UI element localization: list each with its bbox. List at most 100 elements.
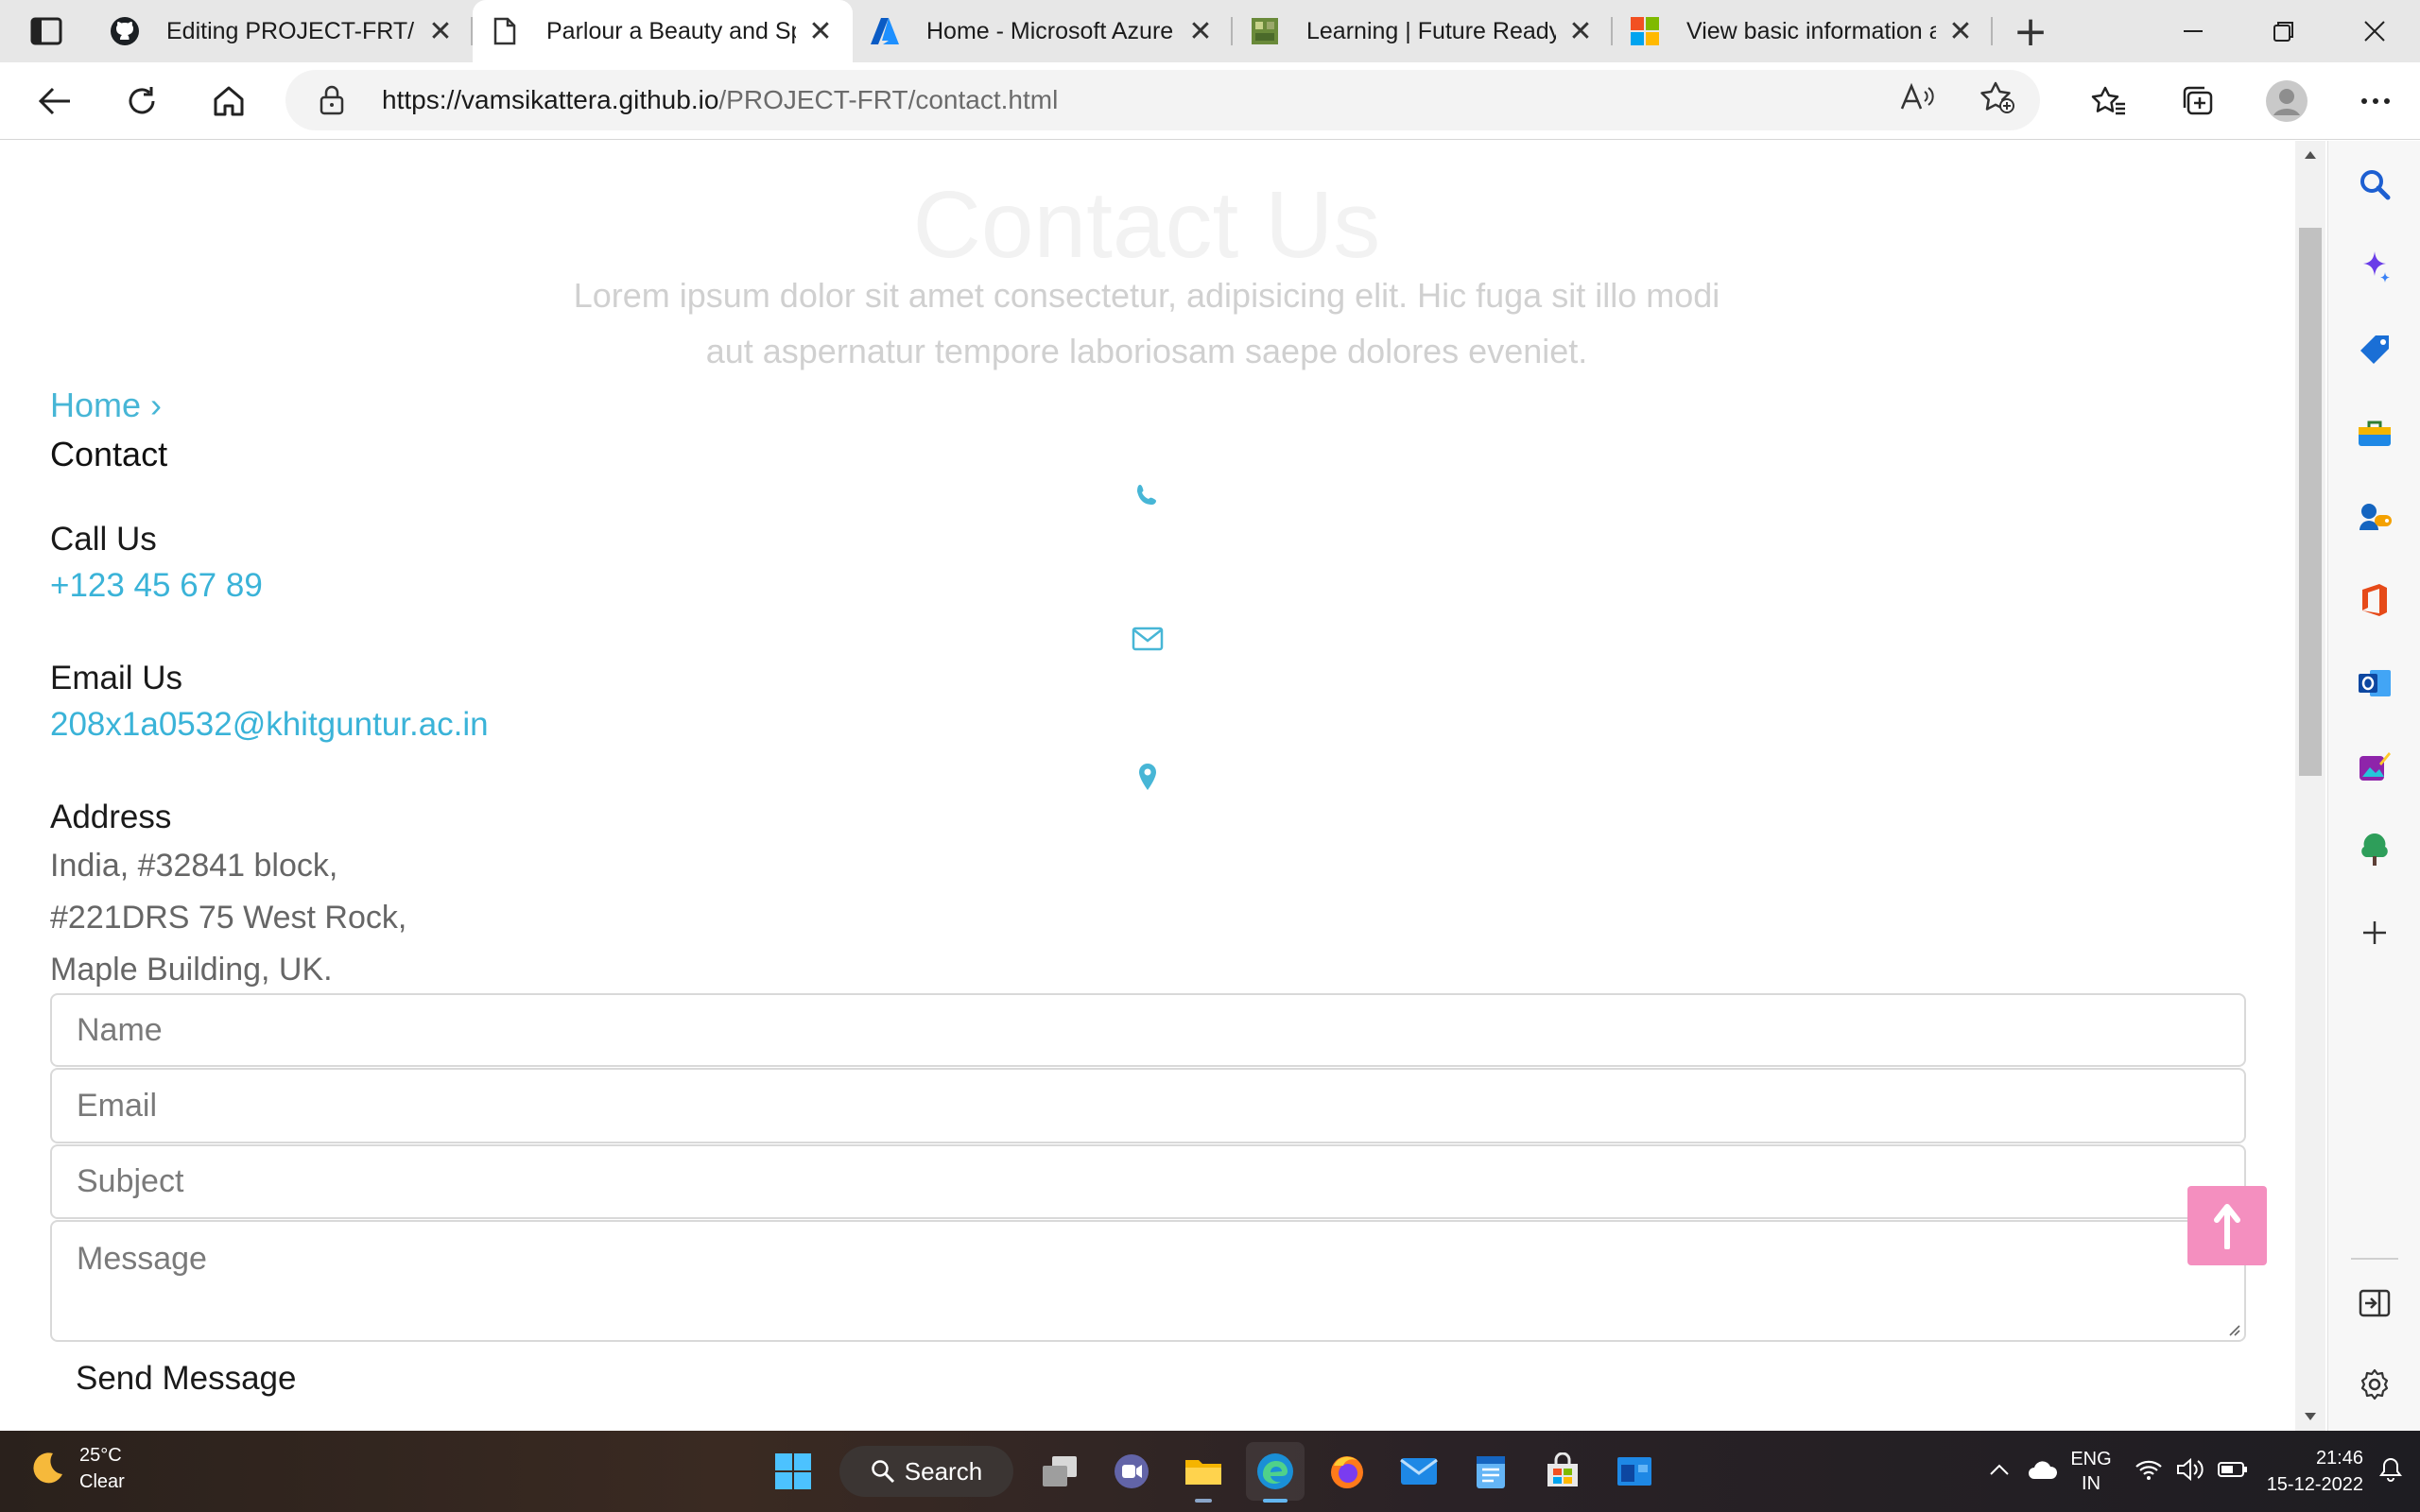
close-window-button[interactable]: [2329, 0, 2420, 62]
sidebar-shopping-button[interactable]: [2328, 322, 2420, 379]
games-icon: [2360, 504, 2392, 530]
sidebar-tree-button[interactable]: [2328, 821, 2420, 878]
edge-sidebar: [2327, 141, 2420, 1431]
new-tab-button[interactable]: +: [1993, 0, 2068, 62]
page-scrollbar[interactable]: [2295, 141, 2325, 1431]
close-tab-icon[interactable]: ✕: [1565, 16, 1596, 47]
volume-icon[interactable]: [2176, 1457, 2204, 1486]
microsoft-icon: [1630, 16, 1660, 46]
weather-widget[interactable]: 25°C Clear: [28, 1442, 125, 1495]
scroll-to-top-button[interactable]: [2187, 1186, 2267, 1265]
read-aloud-icon[interactable]: [1900, 82, 1934, 119]
github-icon: [110, 16, 140, 46]
tab-title: Home - Microsoft Azure: [926, 17, 1174, 44]
teams-chat-button[interactable]: [1102, 1442, 1161, 1501]
close-tab-icon[interactable]: ✕: [425, 16, 456, 47]
scroll-down-arrow-icon[interactable]: [2295, 1402, 2325, 1431]
email-address-link[interactable]: 208x1a0532@khitguntur.ac.in: [50, 706, 489, 744]
home-button[interactable]: [185, 62, 272, 140]
sidebar-designer-button[interactable]: [2328, 738, 2420, 795]
scroll-thumb[interactable]: [2299, 228, 2322, 776]
settings-more-button[interactable]: [2331, 62, 2420, 140]
plus-icon: [2363, 921, 2386, 944]
refresh-button[interactable]: [98, 62, 185, 140]
breadcrumb-current: Contact: [50, 435, 168, 473]
firefox-button[interactable]: [1318, 1442, 1376, 1501]
message-textarea[interactable]: Message: [50, 1220, 2246, 1342]
azure-icon: [870, 16, 900, 46]
tab-parlour-active[interactable]: Parlour a Beauty and Sp ✕: [473, 0, 853, 62]
azure-data-studio-button[interactable]: [1605, 1442, 1664, 1501]
microsoft-store-button[interactable]: [1533, 1442, 1592, 1501]
sidebar-office-button[interactable]: [2328, 572, 2420, 628]
notification-bell-icon[interactable]: [2378, 1456, 2403, 1487]
task-view-icon: [1043, 1456, 1077, 1486]
language-code: ENG: [2070, 1449, 2112, 1469]
resize-grip-icon[interactable]: [2225, 1321, 2240, 1336]
add-favorite-icon[interactable]: [1979, 80, 2015, 121]
subject-placeholder: Subject: [77, 1163, 184, 1199]
tab-github[interactable]: Editing PROJECT-FRT/RE ✕: [93, 0, 473, 62]
sidebar-add-button[interactable]: [2328, 904, 2420, 961]
breadcrumb-home-link[interactable]: Home: [50, 386, 141, 424]
sidebar-games-button[interactable]: [2328, 489, 2420, 545]
favorites-icon: [2091, 86, 2125, 115]
chat-icon: [1115, 1454, 1149, 1488]
restore-icon: [2273, 22, 2293, 42]
page-viewport: Contact Us Lorem ipsum dolor sit amet co…: [0, 141, 2293, 1431]
weather-temperature: 25°C: [79, 1445, 122, 1466]
battery-icon[interactable]: [2217, 1460, 2248, 1484]
profile-button[interactable]: [2242, 62, 2331, 140]
chevron-up-icon[interactable]: [1989, 1463, 2010, 1481]
name-field[interactable]: Name: [50, 993, 2246, 1067]
subject-field[interactable]: Subject: [50, 1144, 2246, 1219]
wifi-icon[interactable]: [2135, 1458, 2163, 1486]
sidebar-outlook-button[interactable]: [2328, 655, 2420, 712]
more-icon: [2361, 98, 2390, 104]
windows-taskbar: 25°C Clear Search ENG IN 21:46 15-12-202…: [0, 1431, 2420, 1512]
notepad-button[interactable]: [1461, 1442, 1520, 1501]
email-field[interactable]: Email: [50, 1068, 2246, 1143]
collections-button[interactable]: [2153, 62, 2242, 140]
address-bar[interactable]: https://vamsikattera.github.io/PROJECT-F…: [285, 70, 2040, 130]
favorites-button[interactable]: [2065, 62, 2153, 140]
tab-actions-menu-button[interactable]: [0, 0, 93, 62]
system-tray: ENG IN 21:46 15-12-2022: [1989, 1431, 2420, 1512]
phone-icon: [1131, 479, 1165, 513]
tab-learning[interactable]: Learning | Future Ready ✕: [1233, 0, 1613, 62]
page-hero-title: Contact Us: [912, 172, 1381, 278]
arrow-up-icon: [2214, 1204, 2240, 1249]
refresh-icon: [129, 86, 155, 113]
sidebar-tools-button[interactable]: [2328, 405, 2420, 462]
sidebar-discover-button[interactable]: [2328, 239, 2420, 296]
sidebar-hide-button[interactable]: [2328, 1275, 2420, 1332]
tab-actions-icon: [30, 17, 62, 45]
store-icon: [1547, 1452, 1578, 1486]
address-line: Maple Building, UK.: [50, 952, 333, 988]
close-tab-icon[interactable]: ✕: [805, 16, 836, 47]
mail-button[interactable]: [1390, 1442, 1448, 1501]
sidebar-search-button[interactable]: [2328, 156, 2420, 213]
search-label: Search: [904, 1456, 983, 1486]
minimize-button[interactable]: [2148, 0, 2238, 62]
phone-number-link[interactable]: +123 45 67 89: [50, 567, 263, 605]
back-button[interactable]: [11, 62, 98, 140]
start-button[interactable]: [764, 1442, 822, 1501]
close-tab-icon[interactable]: ✕: [1185, 16, 1216, 47]
clock-time: 21:46: [2315, 1448, 2363, 1469]
clock-date: 15-12-2022: [2266, 1474, 2363, 1495]
scroll-up-arrow-icon[interactable]: [2295, 141, 2325, 169]
taskbar-search-button[interactable]: Search: [839, 1446, 1013, 1497]
onedrive-cloud-icon[interactable]: [2027, 1458, 2059, 1486]
tab-azure[interactable]: Home - Microsoft Azure ✕: [853, 0, 1233, 62]
send-message-button[interactable]: Send Message: [76, 1360, 296, 1398]
close-tab-icon[interactable]: ✕: [1945, 16, 1976, 47]
sidebar-settings-button[interactable]: [2328, 1356, 2420, 1413]
tab-view-basic-info[interactable]: View basic information a ✕: [1613, 0, 1993, 62]
file-explorer-button[interactable]: [1174, 1442, 1233, 1503]
edge-taskbar-button[interactable]: [1246, 1442, 1305, 1503]
restore-button[interactable]: [2238, 0, 2329, 62]
input-language[interactable]: ENG IN: [2070, 1447, 2111, 1496]
task-view-button[interactable]: [1030, 1442, 1089, 1501]
clock[interactable]: 21:46 15-12-2022: [2267, 1445, 2363, 1498]
